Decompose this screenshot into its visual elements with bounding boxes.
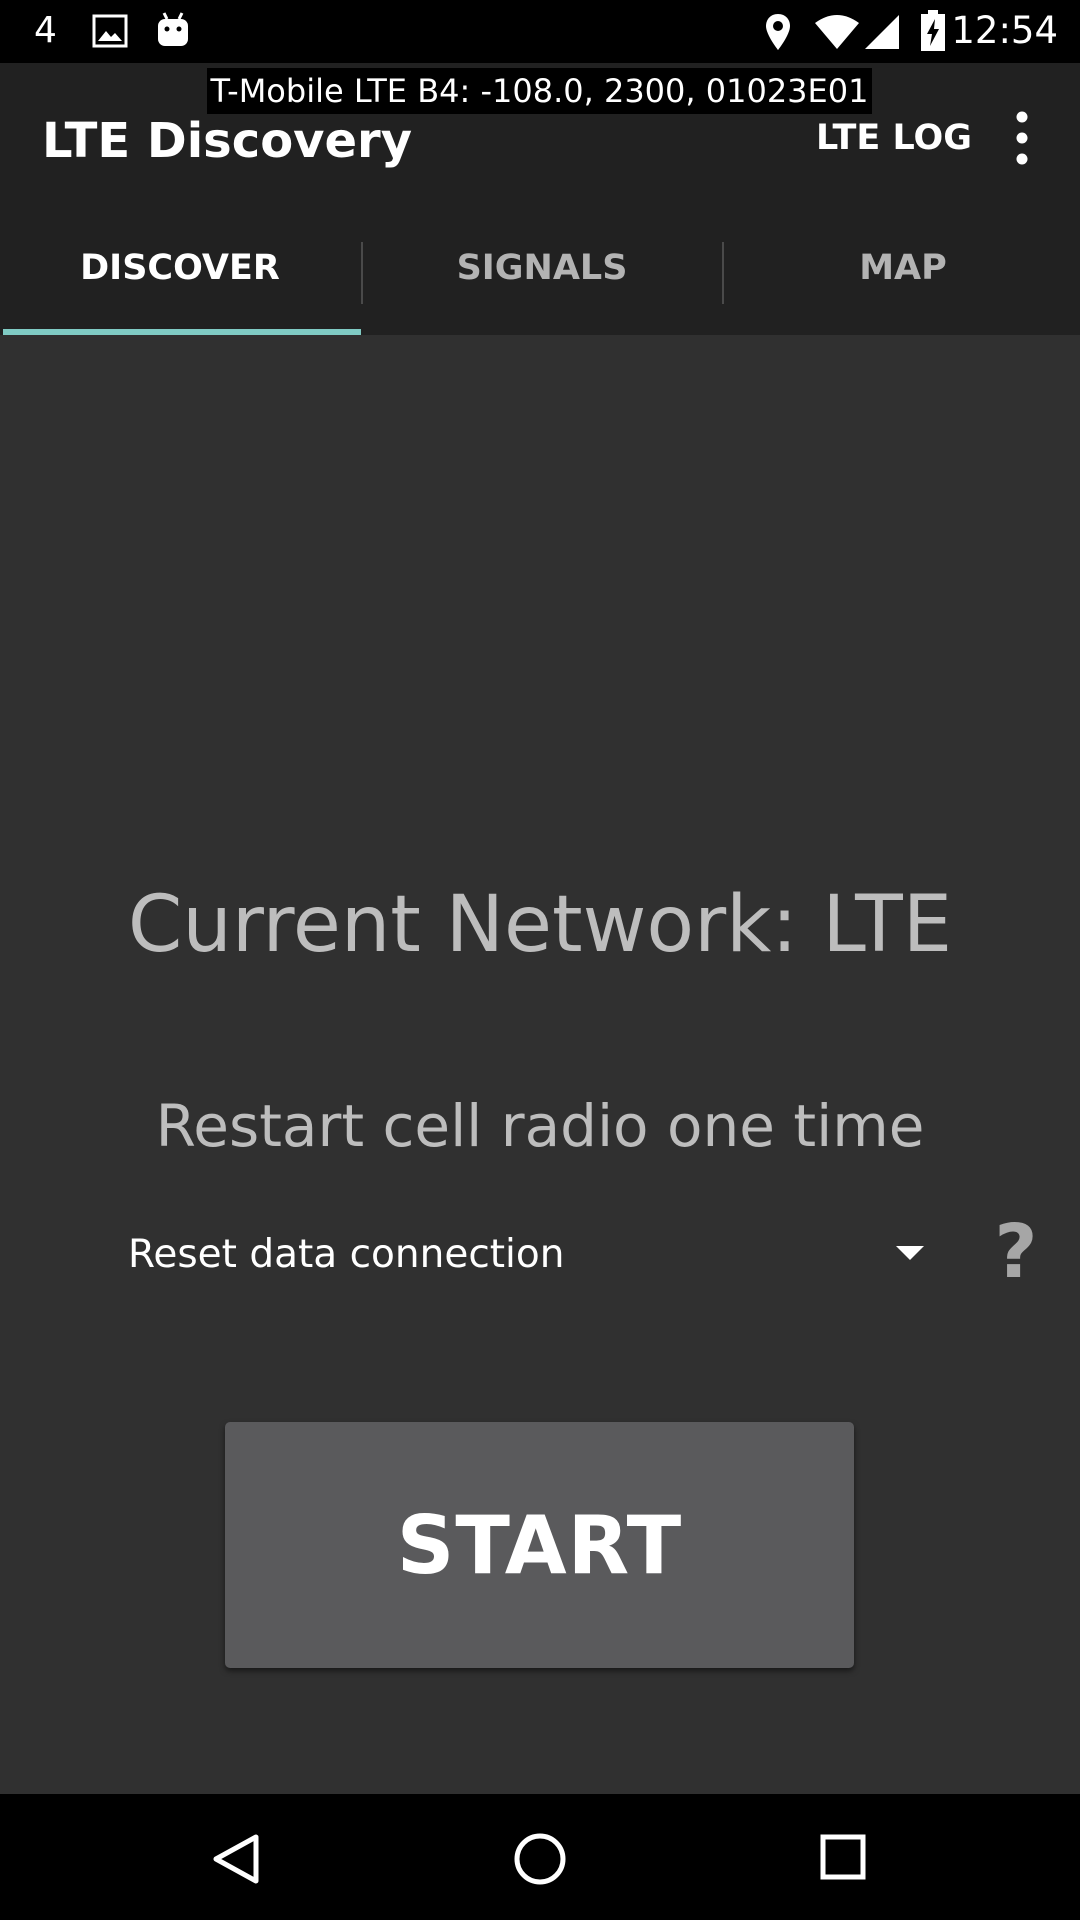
restart-radio-label: Restart cell radio one time [155, 1092, 925, 1160]
recents-icon[interactable] [820, 1834, 866, 1880]
app-title: LTE Discovery [42, 113, 412, 169]
notification-count: 4 [34, 10, 57, 51]
tab-signals-label: SIGNALS [456, 247, 628, 288]
battery-charging-icon [921, 10, 945, 51]
reset-mode-dropdown[interactable]: Reset data connection [110, 1220, 940, 1290]
status-bar: 4 12:54 [0, 0, 1080, 63]
start-button[interactable]: START [225, 1422, 854, 1668]
tab-map[interactable]: MAP [723, 200, 1080, 335]
app-screen: 4 12:54 LTE Discovery LTE LOG T-Mobile L… [0, 0, 1080, 1920]
wifi-icon [815, 15, 859, 49]
help-icon[interactable]: ? [988, 1212, 1044, 1292]
tab-selection-indicator [3, 329, 361, 335]
tab-bar: DISCOVER SIGNALS MAP [0, 200, 1080, 335]
tab-discover[interactable]: DISCOVER [0, 200, 360, 335]
start-button-label: START [396, 1498, 683, 1592]
dropdown-selected-value: Reset data connection [128, 1232, 565, 1277]
navigation-bar [0, 1794, 1080, 1920]
signal-info-overlay: T-Mobile LTE B4: -108.0, 2300, 01023E01 [207, 68, 872, 114]
current-network-label: Current Network: LTE [127, 880, 953, 970]
back-icon[interactable] [212, 1834, 260, 1884]
tab-discover-label: DISCOVER [80, 247, 280, 288]
tab-signals[interactable]: SIGNALS [362, 200, 722, 335]
location-icon [766, 14, 790, 50]
tab-map-label: MAP [859, 247, 947, 288]
image-icon [92, 14, 128, 48]
more-vert-icon[interactable] [1000, 107, 1044, 169]
clock: 12:54 [951, 9, 1058, 52]
home-icon[interactable] [513, 1832, 567, 1886]
android-icon [158, 12, 188, 46]
dropdown-arrow-icon [896, 1246, 924, 1260]
lte-log-button[interactable]: LTE LOG [816, 113, 972, 163]
cell-signal-icon [865, 15, 899, 49]
